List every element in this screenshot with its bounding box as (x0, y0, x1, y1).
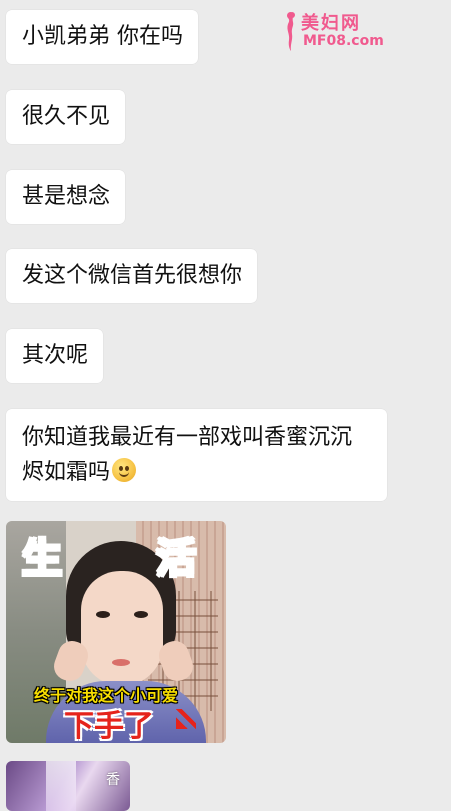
message-bubble[interactable]: 小凯弟弟 你在吗 (6, 10, 198, 64)
message-bubble[interactable]: 很久不见 (6, 90, 126, 144)
message-bubble[interactable]: 你知道我最近有一部戏叫香蜜沉沉烬如霜吗 (6, 409, 387, 501)
sticker-caption-line2: 下手了 (64, 709, 154, 743)
chat-area: 小凯弟弟 你在吗 很久不见 甚是想念 发这个微信首先很想你 其次呢 你知道我最近… (0, 0, 451, 811)
sticker-mouth (112, 659, 130, 666)
sticker-eye (134, 611, 148, 618)
message-text: 甚是想念 (22, 184, 111, 209)
message-bubble[interactable]: 其次呢 (6, 329, 104, 383)
sticker-eye (96, 611, 110, 618)
sticker-face (81, 571, 163, 686)
message-text: 发这个微信首先很想你 (22, 263, 243, 288)
sticker-image[interactable]: 生 活 终于对我这个小可爱 下手了 (6, 521, 226, 743)
message-text: 你知道我最近有一部戏叫香蜜沉沉烬如霜吗 (22, 425, 353, 485)
watermark-title: 美妇网 (301, 13, 361, 34)
message-text: 其次呢 (22, 343, 89, 368)
image-text: 香 (106, 772, 120, 788)
message-bubble[interactable]: 发这个微信首先很想你 (6, 249, 258, 303)
sticker-word-right: 活 (155, 536, 197, 582)
message-bubble[interactable]: 甚是想念 (6, 170, 126, 224)
watermark: 美妇网 MF08.com (281, 8, 393, 56)
image-message[interactable]: 香 (6, 761, 130, 811)
message-text: 小凯弟弟 你在吗 (22, 24, 183, 49)
smile-emoji-icon (112, 458, 137, 482)
image-glow (46, 761, 76, 811)
watermark-url: MF08.com (303, 33, 384, 49)
sticker-word-left: 生 (21, 536, 63, 582)
message-text: 很久不见 (22, 104, 111, 129)
woman-silhouette-icon (287, 12, 295, 51)
sparkle-icon (176, 709, 196, 729)
